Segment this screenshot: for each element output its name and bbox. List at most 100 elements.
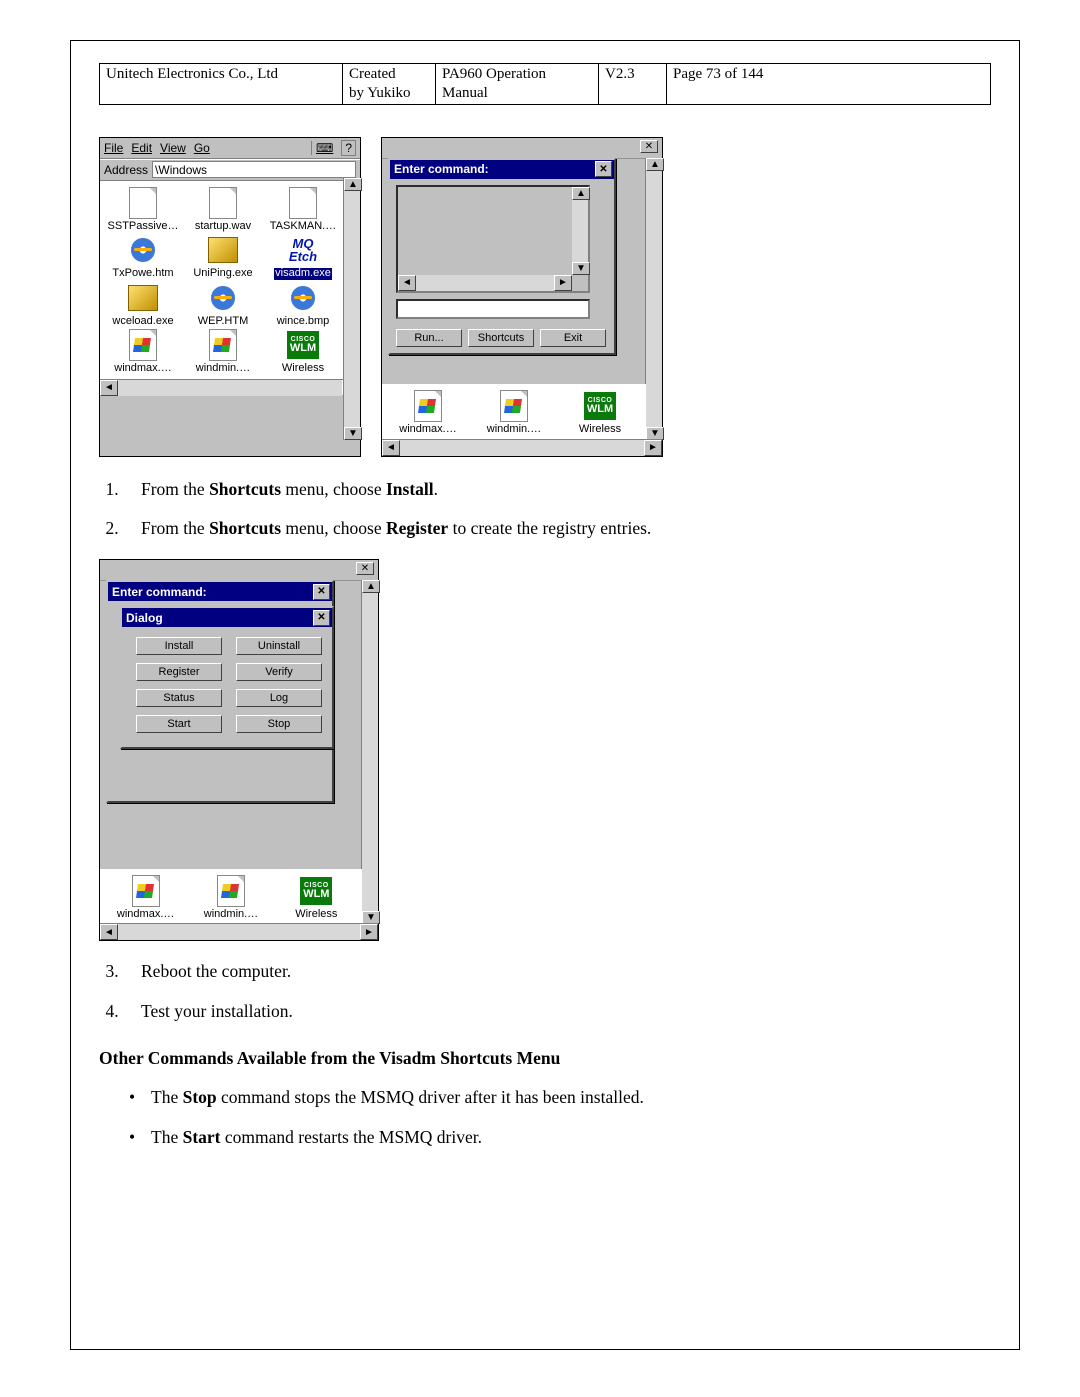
file-item[interactable]: wceload.exe [104,282,182,328]
bullet-item: The Stop command stops the MSMQ driver a… [123,1085,991,1110]
file-item[interactable]: windmin.… [189,875,272,921]
register-button[interactable]: Register [136,663,222,681]
vertical-scrollbar[interactable]: ▲▼ [361,580,378,924]
stop-button[interactable]: Stop [236,715,322,733]
scroll-right-icon[interactable]: ► [644,440,662,456]
section-heading: Other Commands Available from the Visadm… [99,1046,991,1071]
horizontal-scrollbar[interactable]: ◄► [382,439,662,456]
menubar-partial [100,560,378,581]
app-icon [128,285,158,311]
verify-button[interactable]: Verify [236,663,322,681]
file-item[interactable]: CISCOWLMWireless [264,329,342,375]
file-item[interactable]: TxPowe.htm [104,234,182,280]
install-button[interactable]: Install [136,637,222,655]
file-item[interactable]: windmin.… [184,329,262,375]
ie-icon [211,286,235,310]
bullet-list: The Stop command stops the MSMQ driver a… [123,1085,991,1150]
menu-go[interactable]: Go [194,141,210,155]
uninstall-button[interactable]: Uninstall [236,637,322,655]
dialog-title: Enter command: [112,585,207,599]
steps-list-a: From the Shortcuts menu, choose Install.… [123,477,991,542]
file-item[interactable]: windmax.… [104,329,182,375]
file-item[interactable]: windmax.… [386,390,470,436]
document-page: Unitech Electronics Co., Ltd Created by … [70,40,1020,1350]
screenshot-enter-command: ✕ ▲ ▼ windmax.… windmin.… CISCOWLMWirele… [381,137,663,457]
file-grid: SSTPassive… startup.wav TASKMAN.… TxPowe… [100,181,360,379]
command-input[interactable] [396,299,590,319]
mq-icon: MQ Etch [287,237,319,263]
screenshot-explorer: File Edit View Go ⌨ ? Address SSTPassive… [99,137,361,457]
file-item[interactable]: WEP.HTM [184,282,262,328]
close-icon[interactable]: ✕ [313,610,330,626]
dialog-body: ▲▼ ◄► Run... Shortcuts Exit [390,179,614,353]
file-item[interactable]: windmin.… [472,390,556,436]
hdr-doc: PA960 Operation Manual [436,64,599,105]
dialog-title: Dialog [126,611,163,625]
screenshot-shortcuts-dialog: ✕ ▲▼ windmax.… windmin.… CISCOWLMWireles… [99,559,379,941]
shortcuts-dialog: Dialog ✕ Install Uninstall Register Verif… [120,606,334,749]
menu-edit[interactable]: Edit [131,141,152,155]
hdr-company: Unitech Electronics Co., Ltd [100,64,343,105]
bullet-item: The Start command restarts the MSMQ driv… [123,1125,991,1150]
scroll-left-icon[interactable]: ◄ [100,380,118,396]
close-icon[interactable]: ✕ [640,140,658,153]
close-icon[interactable]: ✕ [356,562,374,575]
screenshot-row-1: File Edit View Go ⌨ ? Address SSTPassive… [99,137,991,457]
vertical-scrollbar[interactable]: ▲ ▼ [645,158,662,440]
horizontal-scrollbar[interactable]: ◄► [100,923,378,940]
wlm-icon: CISCOWLM [300,877,332,905]
command-output: ▲▼ ◄► [396,185,590,293]
status-button[interactable]: Status [136,689,222,707]
exit-button[interactable]: Exit [540,329,606,347]
file-item[interactable]: UniPing.exe [184,234,262,280]
file-grid-bg: windmax.… windmin.… CISCOWLMWireless [382,384,646,440]
wlm-icon: CISCOWLM [584,392,616,420]
horizontal-scrollbar[interactable]: ◄ ► [100,379,360,396]
scroll-left-icon[interactable]: ◄ [382,440,400,456]
keyboard-icon[interactable]: ⌨ [311,141,333,155]
address-input[interactable] [152,161,356,178]
file-item[interactable]: startup.wav [184,187,262,233]
address-bar: Address [100,159,360,181]
file-item[interactable]: CISCOWLMWireless [558,390,642,436]
close-icon[interactable]: ✕ [313,584,330,600]
menu-file[interactable]: File [104,141,123,155]
hdr-version: V2.3 [599,64,667,105]
run-button[interactable]: Run... [396,329,462,347]
file-item[interactable]: TASKMAN.… [264,187,342,233]
menubar-partial [382,138,662,159]
file-item[interactable]: CISCOWLMWireless [275,875,358,921]
vertical-scrollbar[interactable]: ▲ ▼ [343,178,360,440]
file-item-selected[interactable]: MQ Etchvisadm.exe [264,234,342,280]
menu-view[interactable]: View [160,141,186,155]
app-icon [208,237,238,263]
step-4: Test your installation. [123,999,991,1024]
scroll-up-icon[interactable]: ▲ [646,158,664,171]
horizontal-scrollbar[interactable]: ◄► [398,275,572,291]
step-2: From the Shortcuts menu, choose Register… [123,516,991,541]
file-item[interactable]: windmax.… [104,875,187,921]
dialog-title: Enter command: [394,162,489,176]
address-label: Address [104,163,148,177]
file-item[interactable]: SSTPassive… [104,187,182,233]
hdr-page: Page 73 of 144 [667,64,991,105]
vertical-scrollbar[interactable]: ▲▼ [572,187,588,275]
ie-icon [131,238,155,262]
help-icon[interactable]: ? [341,140,356,156]
log-button[interactable]: Log [236,689,322,707]
steps-list-b: Reboot the computer. Test your installat… [123,959,991,1024]
wlm-icon: CISCOWLM [287,331,319,359]
close-icon[interactable]: ✕ [595,161,612,177]
file-item[interactable]: wince.bmp [264,282,342,328]
hdr-created: Created by Yukiko [343,64,436,105]
enter-command-dialog: Enter command: ✕ ▲▼ ◄► Run... Shortcuts … [388,158,616,355]
step-3: Reboot the computer. [123,959,991,984]
step-1: From the Shortcuts menu, choose Install. [123,477,991,502]
start-button[interactable]: Start [136,715,222,733]
scroll-down-icon[interactable]: ▼ [344,427,362,440]
shortcuts-grid: Install Uninstall Register Verify Status… [122,627,332,747]
body-text: From the Shortcuts menu, choose Install.… [99,477,991,542]
shortcuts-button[interactable]: Shortcuts [468,329,534,347]
scroll-up-icon[interactable]: ▲ [344,178,362,191]
ie-icon [291,286,315,310]
